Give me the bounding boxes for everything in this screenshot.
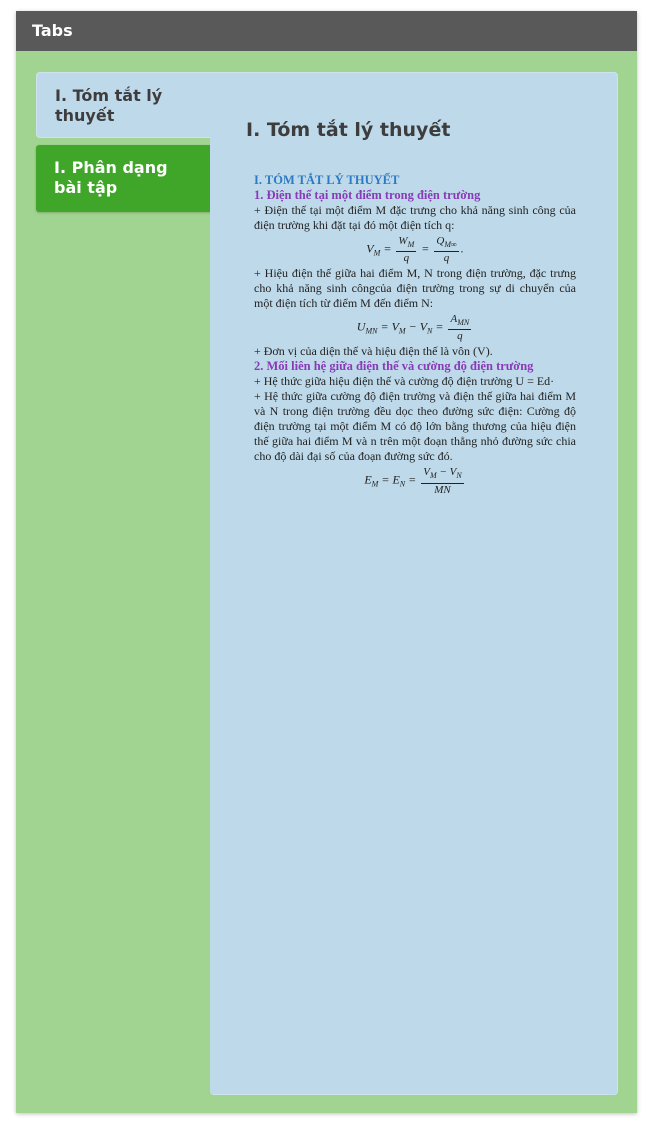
doc-paragraph: + Điện thế tại một điểm M đặc trưng cho … (254, 203, 576, 232)
doc-paragraph: + Đơn vị của diện thế và hiệu điện thế l… (254, 344, 493, 359)
tab-tom-tat-ly-thuyet[interactable]: I. Tóm tắt lý thuyết (36, 72, 211, 138)
tab-phan-dang-bai-tap[interactable]: I. Phân dạng bài tập (36, 145, 211, 212)
panel-title: I. Tóm tắt lý thuyết (246, 119, 451, 141)
doc-paragraph: + Hiệu điện thế giữa hai điểm M, N trong… (254, 266, 576, 311)
equation-2: UMN = VM − VN = AMN q (356, 313, 472, 343)
widget-title: Tabs (32, 21, 73, 40)
tab-content-panel: I. Tóm tắt lý thuyết I. TÓM TẮT LÝ THUYẾ… (210, 72, 618, 1095)
equation-3: EM = EN = VM − VN MN (364, 466, 464, 496)
doc-subheading-1: 1. Điện thế tại một điểm trong điện trườ… (254, 188, 481, 202)
equation-1: VM = WM q = QM∞ q. (366, 235, 464, 265)
doc-subheading-2: 2. Mối liên hệ giữa điện thế và cường độ… (254, 359, 534, 374)
tabs-widget: Tabs I. Tóm tắt lý thuyết I. Phân dạng b… (16, 11, 637, 1113)
doc-paragraph: + Hệ thức giữa cường độ điện trường và đ… (254, 389, 576, 464)
doc-heading: I. TÓM TẮT LÝ THUYẾT (254, 173, 400, 187)
document-image: I. TÓM TẮT LÝ THUYẾT 1. Điện thế tại một… (254, 173, 576, 498)
doc-paragraph: + Hệ thức giữa hiệu điện thế và cường độ… (254, 374, 555, 389)
widget-header: Tabs (16, 11, 637, 51)
